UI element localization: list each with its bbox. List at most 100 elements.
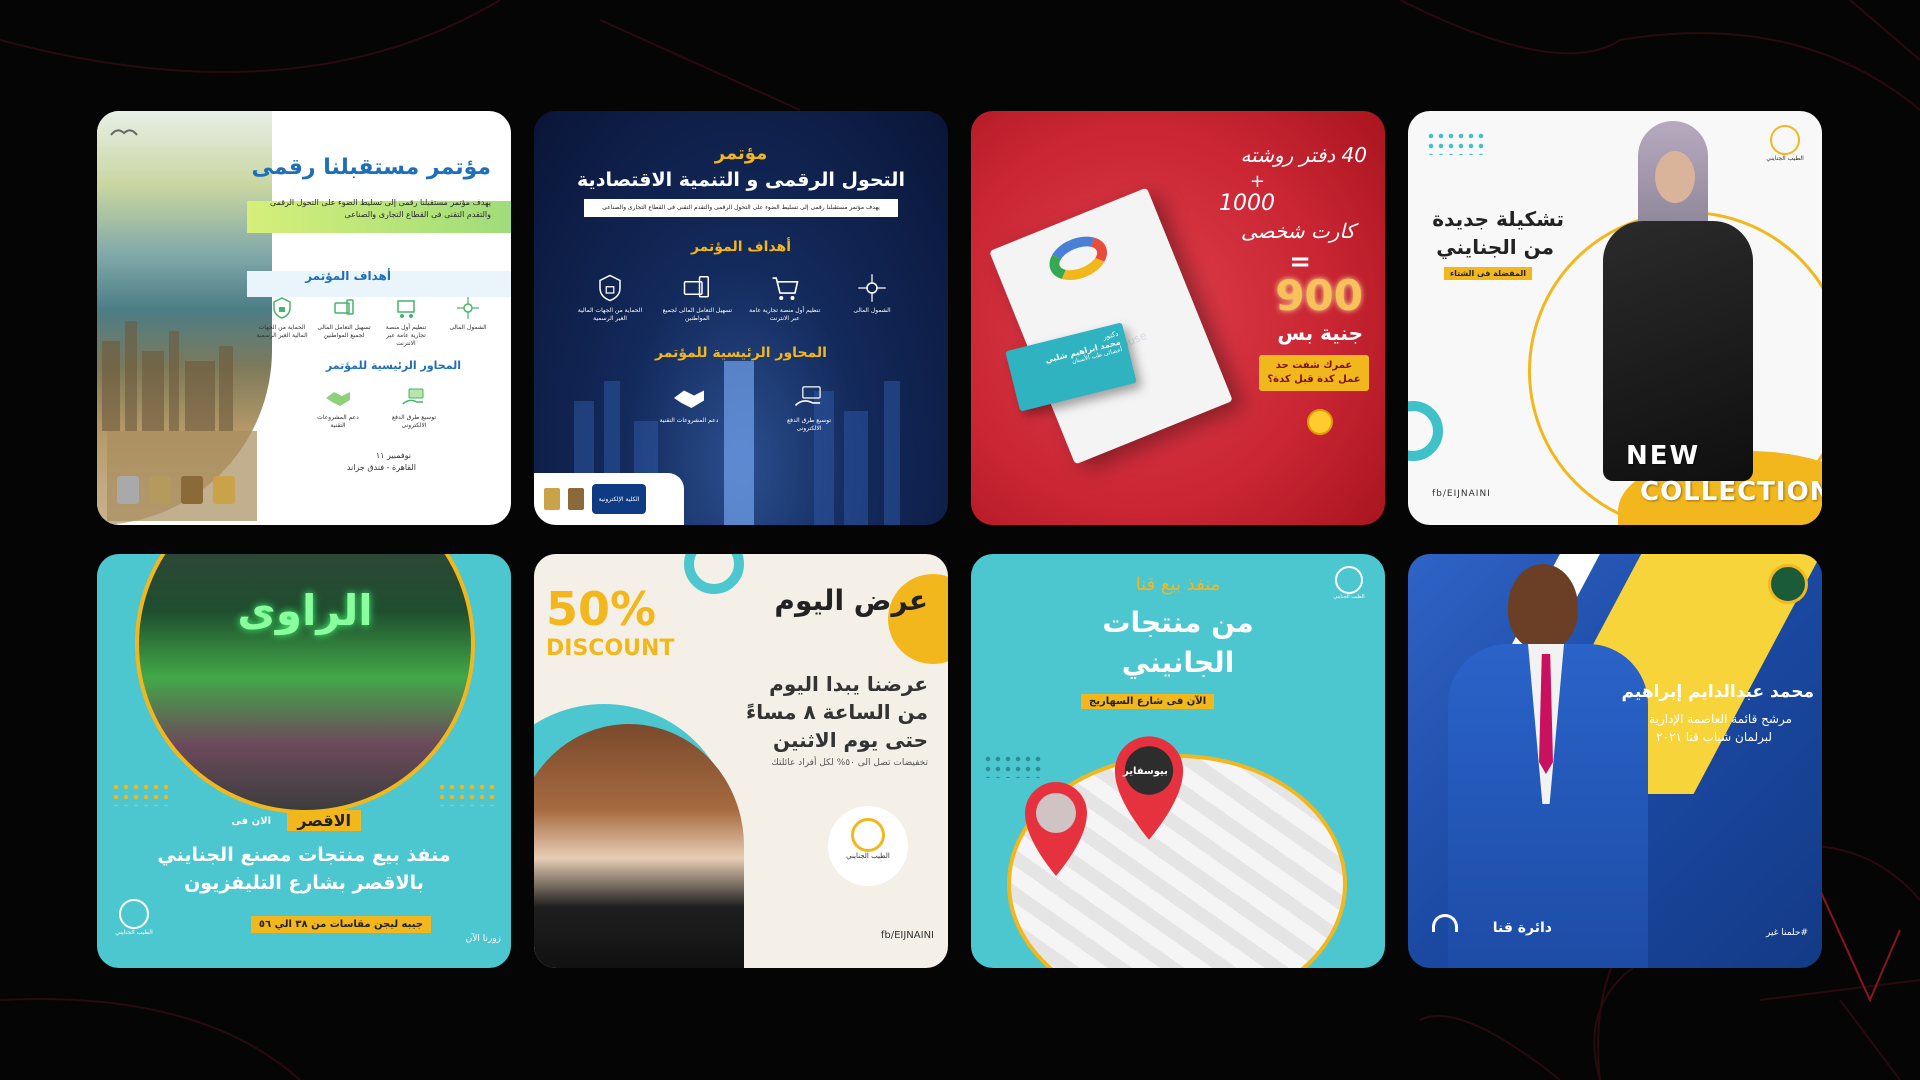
shop-sign: بيوسفاير	[1123, 766, 1168, 777]
goal-label: تسهيل التعامل المالى لجميع المواطنين	[662, 307, 733, 322]
hashtag: #حلمنا غير	[1766, 928, 1808, 938]
emoji-icon	[1307, 409, 1333, 435]
social-handle: fb/EIJNAINI	[1432, 489, 1491, 499]
axes-heading: المحاور الرئيسية للمؤتمر	[325, 359, 461, 372]
card-phone-icon	[684, 276, 710, 298]
axes-heading: المحاور الرئيسية للمؤتمر	[655, 345, 827, 361]
dot-pattern	[437, 782, 497, 806]
offer-line-2: 1000	[1219, 191, 1275, 216]
intro-banner: يهدف مؤتمر مستقبلنا رقمى إلى تسليط الضوء…	[584, 199, 898, 217]
shield-lock-icon	[273, 297, 291, 319]
goal-item: الحماية من الجهات المالية الغير الرسمية	[574, 273, 646, 323]
cart-icon	[772, 277, 799, 300]
design-card-digital-transformation[interactable]: مؤتمر التحول الرقمى و التنمية الاقتصادية…	[534, 111, 948, 525]
goal-item: تنظيم أول منصة تجارية عامة عبر الانترنت	[749, 273, 821, 323]
footer-logos: الكلية الإلكترونية	[534, 473, 684, 525]
academy-logo: الكلية الإلكترونية	[592, 484, 646, 514]
goal-item: تنظيم أول منصة تجارية عامة عبر الانترنت	[379, 296, 433, 356]
goal-label: الشمول المالى	[449, 324, 487, 331]
store-sign: الراوى	[237, 586, 373, 635]
dot-pattern	[1426, 131, 1486, 155]
globe-network-icon	[858, 274, 886, 302]
axis-label: دعم المشروعات التقنية	[317, 414, 359, 429]
map-pin-icon	[1114, 736, 1184, 840]
sizes-banner: جيبه ليجن مقاسات من ٣٨ الي ٥٦	[250, 916, 431, 933]
offer-plus: +	[1249, 171, 1265, 192]
goal-label: الشمول المالى	[853, 307, 891, 314]
hand-card-icon	[402, 388, 424, 405]
crest-icon	[1768, 564, 1808, 604]
district-label: دائرة قنا	[1492, 920, 1552, 936]
offer-line-3: حتى يوم الاثنين	[772, 728, 928, 752]
goals-heading: أهداف المؤتمر	[690, 239, 792, 255]
city-badge: الاقصر	[287, 810, 361, 831]
brand-logo-text: الطيب الجنايني	[115, 929, 153, 936]
design-card-dental-offer[interactable]: Dental House دكتور محمد ابراهيم شلبي أخص…	[971, 111, 1385, 525]
axes-row: توسيع طرق الدفع الالكترونى دعم المشروعات…	[311, 386, 441, 430]
crest-icon	[181, 476, 203, 504]
axis-item: دعم المشروعات التقنية	[654, 383, 724, 433]
crest-icon	[213, 476, 235, 504]
axis-label: توسيع طرق الدفع الالكترونى	[391, 414, 437, 429]
goal-item: تسهيل التعامل المالى لجميع المواطنين	[317, 296, 371, 356]
teal-ring	[1408, 401, 1443, 461]
axis-item: توسيع طرق الدفع الالكترونى	[387, 386, 441, 430]
goals-row: الشمول المالى تنظيم أول منصة تجارية عامة…	[255, 296, 495, 356]
dot-pattern	[111, 782, 171, 806]
brand-logo-text: الطيب الجنايني	[846, 852, 890, 860]
design-card-luxor-outlet[interactable]: الراوى الان فى الاقصر منفذ بيع منتجات مص…	[97, 554, 511, 968]
goal-label: الحماية من الجهات المالية الغير الرسمية	[256, 324, 308, 339]
brand-logo: الطيب الجنايني	[107, 899, 161, 936]
sponsor-logos	[117, 476, 235, 504]
title-line-1: تشكيلة جديدة	[1432, 207, 1564, 231]
location-tag: الآن فى شارع السهاريج	[1081, 694, 1215, 709]
visit-now: زورنا الآن	[465, 934, 501, 944]
design-card-new-collection[interactable]: الطيب الجنايني تشكيلة جديدة من الجنايني …	[1408, 111, 1822, 525]
new-label: NEW	[1626, 441, 1701, 471]
tg-logo-icon	[119, 899, 149, 929]
globe-network-icon	[457, 297, 479, 319]
social-handle: fb/EIJNAINI	[880, 930, 934, 941]
design-card-digital-future-conference[interactable]: مؤتمر مستقبلنا رقمى يهدف مؤتمر مستقبلنا …	[97, 111, 511, 525]
goal-item: الشمول المالى	[441, 296, 495, 356]
offer-currency: جنية بس	[1277, 321, 1363, 345]
handshake-icon	[326, 392, 350, 406]
goal-item: الحماية من الجهات المالية الغير الرسمية	[255, 296, 309, 356]
design-card-today-offer[interactable]: 50% DISCOUNT عرض اليوم عرضنا يبدا اليوم …	[534, 554, 948, 968]
page-title: عرض اليوم	[774, 584, 928, 617]
brand-logo-text: الطيب الجنايني	[1766, 155, 1804, 162]
card-phone-icon	[334, 299, 354, 315]
cart-icon	[397, 300, 415, 318]
collection-label: COLLECTION	[1640, 477, 1822, 507]
kicker: مؤتمر	[714, 143, 768, 164]
teal-ring-small	[684, 554, 744, 594]
hand-card-icon	[794, 386, 821, 406]
intro-text: يهدف مؤتمر مستقبلنا رقمى إلى تسليط الضوء…	[269, 198, 491, 219]
crest-icon	[568, 488, 584, 510]
design-card-parliament-candidate[interactable]: محمد عبدالدايم إبراهيم مرشح قائمة العاصم…	[1408, 554, 1822, 968]
seagull-icon	[110, 129, 138, 136]
goals-heading: أهداف المؤتمر	[305, 269, 391, 283]
title-line-1: من منتجات	[1102, 606, 1254, 639]
headline-line-2: بالاقصر بشارع التليفزيون	[184, 872, 424, 894]
offer-note: تخفيضات تصل الى ٥٠% لكل أفراد عائلتك	[771, 758, 928, 768]
goal-label: الحماية من الجهات المالية الغير الرسمية	[577, 307, 643, 322]
candidate-role-2: لبرلمان شباب قنا ٢٠٢١	[1656, 730, 1772, 744]
axis-label: توسيع طرق الدفع الالكترونى	[786, 417, 832, 432]
offer-line-1: 40 دفتر روشته	[1240, 143, 1367, 167]
crest-icon	[544, 488, 560, 510]
candidate-name: محمد عبدالدايم إبراهيم	[1621, 682, 1814, 702]
axis-label: دعم المشروعات التقنية	[659, 417, 719, 424]
storefront-photo: الراوى	[135, 554, 475, 814]
handshake-icon	[674, 390, 704, 408]
notebook-logo	[1042, 228, 1114, 289]
offer-line-1: عرضنا يبدا اليوم	[769, 672, 928, 696]
design-card-qena-outlet[interactable]: الطيب الجنايني منفذ بيع قنا من منتجات ال…	[971, 554, 1385, 968]
season-tag: المفضلة فى الشتاء	[1443, 267, 1532, 280]
offer-tag: عمرك شفت حد عمل كدة قبل كدة؟	[1259, 355, 1369, 391]
headline-line-1: منفذ بيع منتجات مصنع الجنايني	[157, 844, 451, 866]
goal-label: تنظيم أول منصة تجارية عامة عبر الانترنت	[385, 324, 427, 347]
discount-word: DISCOUNT	[546, 636, 675, 661]
crest-icon	[117, 476, 139, 504]
page-title: مؤتمر مستقبلنا رقمى	[251, 155, 491, 180]
